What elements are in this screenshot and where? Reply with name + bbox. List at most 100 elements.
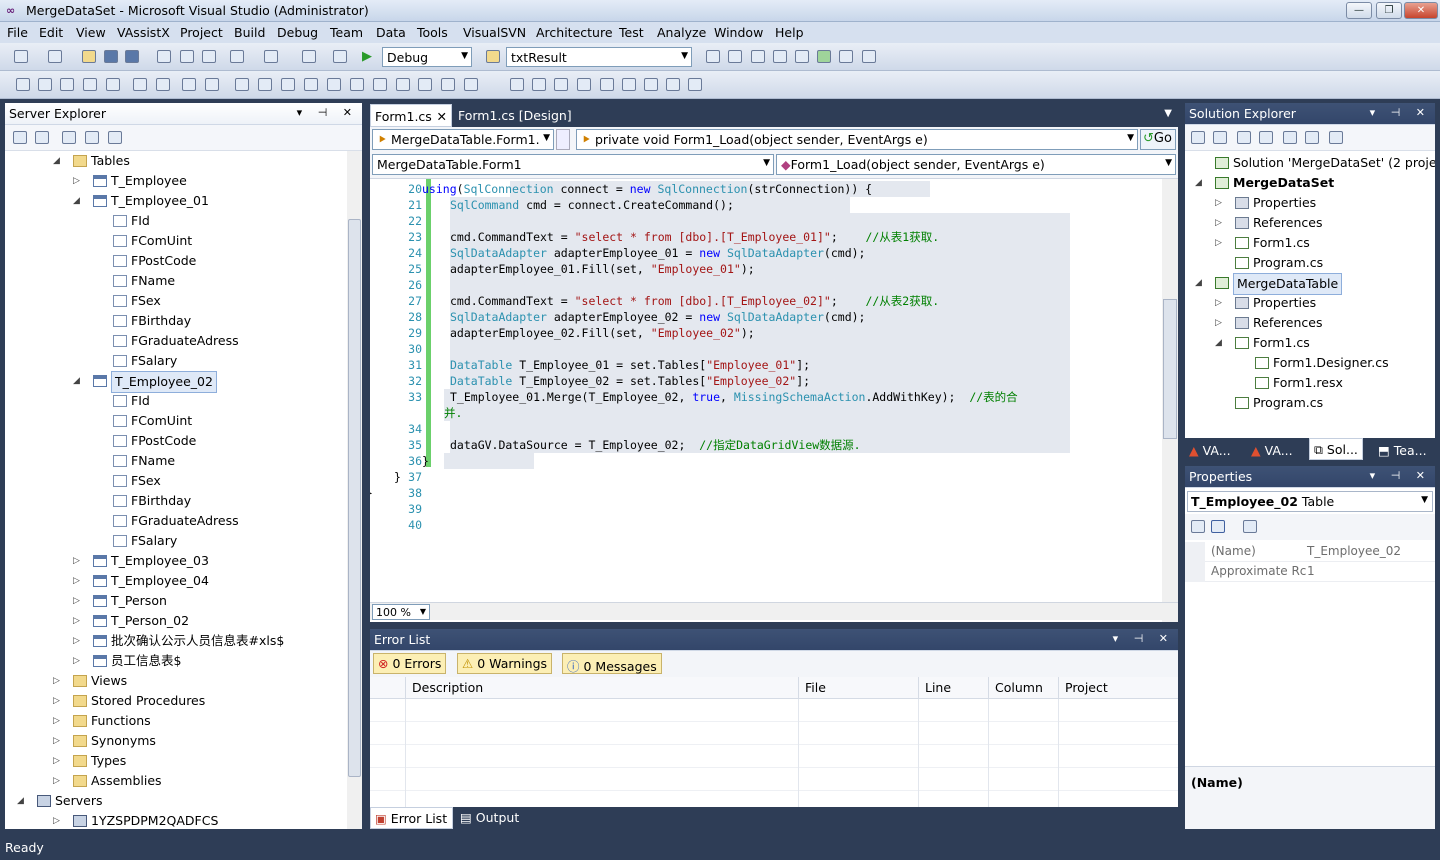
code-line[interactable]: 并. bbox=[444, 405, 462, 421]
close-tab-icon[interactable]: ✕ bbox=[437, 109, 447, 124]
uncomment-icon[interactable] bbox=[205, 78, 219, 91]
menu-file[interactable]: File bbox=[7, 25, 28, 40]
va-tool-6-icon[interactable] bbox=[622, 78, 636, 91]
stop-refresh-icon[interactable] bbox=[35, 131, 49, 144]
va-tool-7-icon[interactable] bbox=[644, 78, 658, 91]
tree-node-column[interactable]: FGraduateAdress bbox=[5, 331, 347, 351]
column-header-file[interactable]: File bbox=[799, 677, 919, 699]
tree-node-file[interactable]: ▷ Form1.cs bbox=[1185, 233, 1435, 253]
tree-node-column[interactable]: FSalary bbox=[5, 531, 347, 551]
prev-bookmark-folder-icon[interactable] bbox=[304, 78, 318, 91]
member-list-icon[interactable] bbox=[16, 78, 30, 91]
object-selector[interactable]: T_Employee_02 Table ▼ bbox=[1187, 491, 1433, 512]
extension-icon[interactable] bbox=[839, 50, 853, 63]
save-icon[interactable] bbox=[104, 50, 118, 63]
next-bookmark-doc-icon[interactable] bbox=[373, 78, 387, 91]
go-button[interactable]: ↺Go bbox=[1140, 129, 1176, 150]
va-class-dropdown[interactable]: MergeDataTable.Form1 ▼ bbox=[372, 154, 774, 175]
tools-icon[interactable] bbox=[795, 50, 809, 63]
expand-icon[interactable]: ▷ bbox=[73, 571, 80, 591]
code-line[interactable]: SqlDataAdapter adapterEmployee_01 = new … bbox=[450, 245, 865, 261]
code-editor[interactable]: ⯈ MergeDataTable.Form1. ▼ ⯈ private void … bbox=[370, 127, 1178, 622]
open-file-icon[interactable] bbox=[82, 50, 96, 63]
tab-solution-explorer[interactable]: ⧉ Sol... bbox=[1309, 438, 1363, 460]
tree-node-column[interactable]: FBirthday bbox=[5, 311, 347, 331]
menu-visualsvn[interactable]: VisualSVN bbox=[463, 25, 526, 40]
next-bookmark-folder-icon[interactable] bbox=[327, 78, 341, 91]
properties-icon[interactable] bbox=[1191, 131, 1205, 144]
tree-node-properties[interactable]: ▷ Properties bbox=[1185, 293, 1435, 313]
active-files-chevron-icon[interactable]: ▼ bbox=[1164, 108, 1172, 119]
va-spell-icon[interactable] bbox=[666, 78, 680, 91]
prev-bookmark-doc-icon[interactable] bbox=[350, 78, 364, 91]
zoom-select[interactable]: 100 % ▼ bbox=[372, 604, 430, 620]
menu-view[interactable]: View bbox=[76, 25, 106, 40]
scrollbar-thumb[interactable] bbox=[1163, 299, 1177, 439]
expand-icon[interactable]: ▷ bbox=[53, 691, 60, 711]
tree-node-column[interactable]: FPostCode bbox=[5, 251, 347, 271]
comment-icon[interactable] bbox=[182, 78, 196, 91]
code-line[interactable]: DataTable T_Employee_01 = set.Tables["Em… bbox=[450, 357, 810, 373]
more-tools-icon[interactable] bbox=[862, 50, 876, 63]
connect-sharepoint-icon[interactable] bbox=[108, 131, 122, 144]
tree-node-functions[interactable]: ▷ Functions bbox=[5, 711, 347, 731]
code-line[interactable]: dataGV.DataSource = T_Employee_02; //指定D… bbox=[450, 437, 861, 453]
quick-info-icon[interactable] bbox=[60, 78, 74, 91]
restore-button[interactable]: ❐ bbox=[1376, 2, 1402, 19]
column-header-project[interactable]: Project bbox=[1059, 677, 1178, 699]
tree-node-properties[interactable]: ▷ Properties bbox=[1185, 193, 1435, 213]
expand-icon[interactable]: ▷ bbox=[1215, 313, 1222, 333]
tree-node-project[interactable]: ◢ MergeDataTable bbox=[1185, 273, 1435, 295]
tree-node-table[interactable]: ▷ T_Person_02 bbox=[5, 611, 347, 631]
menu-window[interactable]: Window bbox=[714, 25, 763, 40]
menu-edit[interactable]: Edit bbox=[39, 25, 63, 40]
code-line[interactable]: using(SqlConnection connect = new SqlCon… bbox=[422, 181, 872, 197]
collapse-icon[interactable]: ◢ bbox=[1195, 173, 1202, 193]
tree-node-column[interactable]: FComUint bbox=[5, 411, 347, 431]
expand-icon[interactable]: ▷ bbox=[73, 611, 80, 631]
expand-icon[interactable]: ▷ bbox=[1215, 193, 1222, 213]
refresh-icon[interactable] bbox=[13, 131, 27, 144]
word-complete-icon[interactable] bbox=[83, 78, 97, 91]
tree-node-assemblies[interactable]: ▷ Assemblies bbox=[5, 771, 347, 791]
toolbox-icon[interactable] bbox=[773, 50, 787, 63]
tree-node-column[interactable]: FComUint bbox=[5, 231, 347, 251]
code-line[interactable]: } bbox=[370, 485, 373, 501]
va-tool-1-icon[interactable] bbox=[510, 78, 524, 91]
tree-node-column[interactable]: FSalary bbox=[5, 351, 347, 371]
view-class-diagram-icon[interactable] bbox=[1305, 131, 1319, 144]
tree-node-tables[interactable]: ◢ Tables bbox=[5, 151, 347, 171]
close-button[interactable]: ✕ bbox=[1404, 2, 1438, 19]
va-tool-5-icon[interactable] bbox=[600, 78, 614, 91]
tab-va-view[interactable]: ▲ VA... bbox=[1247, 440, 1297, 461]
tree-node-table[interactable]: ▷ T_Person bbox=[5, 591, 347, 611]
minimize-button[interactable]: — bbox=[1346, 2, 1372, 19]
code-line[interactable]: adapterEmployee_02.Fill(set, "Employee_0… bbox=[450, 325, 755, 341]
editor-vscrollbar[interactable] bbox=[1162, 179, 1178, 622]
code-line[interactable]: adapterEmployee_01.Fill(set, "Employee_0… bbox=[450, 261, 755, 277]
tree-node-types[interactable]: ▷ Types bbox=[5, 751, 347, 771]
tree-node-table[interactable]: ◢ T_Employee_01 bbox=[5, 191, 347, 211]
collapse-icon[interactable]: ◢ bbox=[73, 191, 80, 211]
cut-icon[interactable] bbox=[157, 50, 171, 63]
step-icon[interactable] bbox=[418, 78, 432, 91]
code-area[interactable]: 20 using(SqlConnection connect = new SqlC… bbox=[370, 179, 1162, 622]
tree-node-column[interactable]: FPostCode bbox=[5, 431, 347, 451]
tree-node-column[interactable]: FSex bbox=[5, 291, 347, 311]
property-row[interactable]: (Name) T_Employee_02 bbox=[1205, 542, 1435, 562]
code-line[interactable]: SqlDataAdapter adapterEmployee_02 = new … bbox=[450, 309, 865, 325]
expand-icon[interactable]: ▷ bbox=[73, 171, 80, 191]
bookmark-icon[interactable] bbox=[235, 78, 249, 91]
expand-icon[interactable]: ▷ bbox=[53, 771, 60, 791]
property-row[interactable]: Approximate Rc 1 bbox=[1205, 562, 1435, 582]
expand-icon[interactable]: ▷ bbox=[1215, 213, 1222, 233]
tree-node-table-selected[interactable]: ◢ T_Employee_02 bbox=[5, 371, 347, 393]
navigate-forward-icon[interactable] bbox=[333, 50, 347, 63]
member-dropdown[interactable]: ⯈ private void Form1_Load(object sender,… bbox=[576, 129, 1138, 150]
code-line[interactable]: DataTable T_Employee_02 = set.Tables["Em… bbox=[450, 373, 810, 389]
code-line[interactable]: } bbox=[394, 469, 401, 485]
tree-node-file[interactable]: Form1.Designer.cs bbox=[1185, 353, 1435, 373]
va-tool-4-icon[interactable] bbox=[577, 78, 591, 91]
tree-node-column[interactable]: FId bbox=[5, 211, 347, 231]
nav-spinner[interactable] bbox=[556, 129, 570, 150]
